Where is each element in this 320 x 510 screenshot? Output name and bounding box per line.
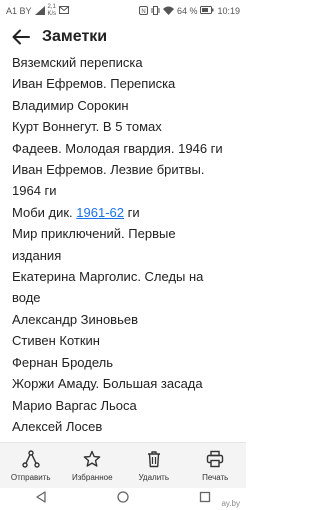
note-line-text: ги [124,204,140,220]
note-line-text: Моби дик. [12,204,77,220]
note-line: Иван Ефремов. Переписка [12,76,176,92]
system-nav-bar [0,488,246,510]
nav-back-icon[interactable] [35,490,47,508]
app-bar: Заметки [0,22,246,52]
page-title: Заметки [42,28,108,45]
note-line: Владимир Сорокин [12,97,129,113]
nav-recents-icon[interactable] [199,490,211,508]
note-line: Жоржи Амаду. Большая засада [12,376,203,392]
note-line: Алексей Лосев [12,418,103,434]
print-button[interactable]: Печать [187,449,243,482]
network-speed-value: 2,1 [47,4,56,10]
wifi-icon [162,6,174,17]
trash-icon [144,449,164,469]
battery-percent: 64 % [176,6,198,16]
note-line: Марио Варгас Льоса [12,397,137,413]
back-arrow-icon[interactable] [10,26,32,48]
note-content[interactable]: Вяземский переписка Иван Ефремов. Перепи… [0,52,246,442]
note-line: 1964 ги [12,183,57,199]
watermark: ay.by [221,499,240,508]
battery-icon [200,6,214,16]
note-line: Фернан Бродель [12,354,113,370]
delete-button[interactable]: Удалить [126,449,182,482]
note-line: издания [12,247,62,263]
network-speed-unit: K/s [47,11,57,17]
bottom-action-bar: Отправить Избранное Удалить Печать [0,442,246,488]
note-line: Вяземский переписка [12,55,143,70]
favorites-label: Избранное [71,473,113,482]
nfc-icon: N [138,5,148,17]
print-label: Печать [202,473,229,482]
printer-icon [205,449,225,469]
note-line: Иван Ефремов. Лезвие бритвы. [12,162,205,178]
carrier-label: A1 BY [6,6,32,16]
status-left: A1 BY 2,1 K/s [6,4,70,18]
network-speed: 2,1 K/s [48,4,57,18]
note-line: Мир приключений. Первые [12,226,176,242]
date-link[interactable]: 1961-62 [76,205,124,220]
notification-icon [59,6,70,16]
note-line: Александр Зиновьев [12,311,138,327]
status-bar: A1 BY 2,1 K/s N 64 % 10:19 [0,0,246,22]
note-line: Екатерина Марголис. Следы на [12,269,204,285]
share-icon [21,449,41,469]
vibrate-icon [151,5,160,17]
nav-home-icon[interactable] [117,490,129,508]
send-label: Отправить [10,473,51,482]
star-icon [82,449,102,469]
clock: 10:19 [217,6,240,16]
send-button[interactable]: Отправить [3,449,59,482]
svg-text:N: N [141,9,145,15]
note-line-with-link: Моби дик. 1961-62 ги [0,202,246,223]
favorites-button[interactable]: Избранное [64,449,120,482]
status-right: N 64 % 10:19 [138,5,240,17]
note-line: воде [12,290,41,306]
delete-label: Удалить [138,473,170,482]
note-line: Курт Воннегут. В 5 томах [12,119,162,135]
note-line: Фадеев. Молодая гвардия. 1946 ги [12,140,223,156]
signal-icon [34,5,45,17]
note-line: Стивен Коткин [12,333,100,349]
